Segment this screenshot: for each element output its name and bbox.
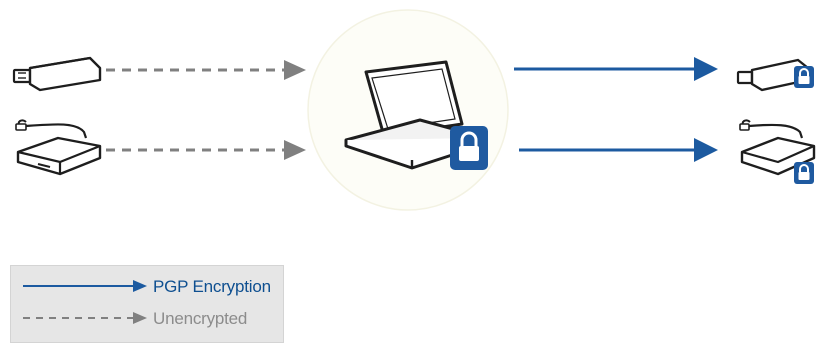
legend-unencrypted-line-icon bbox=[23, 312, 147, 324]
unencrypted-arrowhead-bottom bbox=[284, 140, 306, 160]
unencrypted-arrowhead-top bbox=[284, 60, 306, 80]
legend-row-unencrypted: Unencrypted bbox=[11, 304, 283, 332]
source-usb-drive-icon bbox=[12, 56, 102, 92]
encryption-flow-diagram bbox=[12, 9, 816, 211]
pgp-arrowhead-bottom bbox=[694, 138, 718, 162]
source-external-hard-drive-icon bbox=[15, 119, 102, 176]
legend-row-pgp: PGP Encryption bbox=[11, 272, 283, 300]
legend-pgp-line-icon bbox=[23, 280, 147, 292]
usb-padlock-icon bbox=[794, 66, 814, 88]
laptop-padlock-icon bbox=[450, 126, 488, 170]
legend-pgp-label: PGP Encryption bbox=[153, 277, 271, 296]
legend-unencrypted-label: Unencrypted bbox=[153, 309, 248, 328]
legend-box: PGP Encryption Unencrypted bbox=[10, 265, 284, 343]
hard-drive-padlock-icon bbox=[794, 162, 814, 184]
pgp-arrowhead-top bbox=[694, 57, 718, 81]
